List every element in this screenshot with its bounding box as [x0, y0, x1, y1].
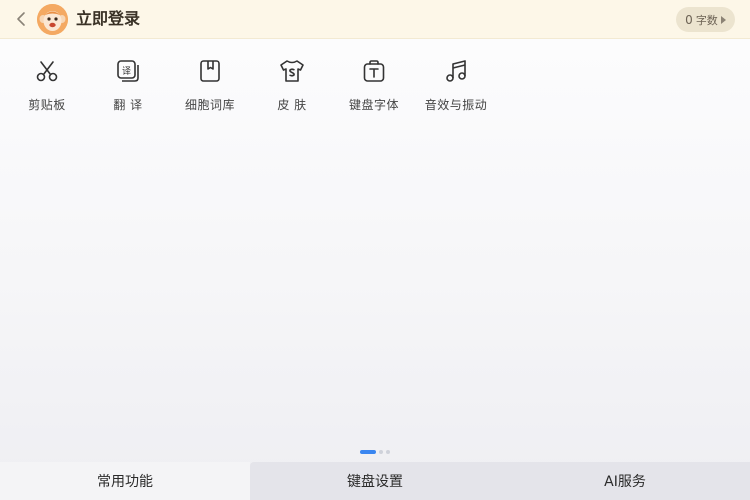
tool-sound-vibration[interactable]: 音效与振动	[416, 56, 496, 122]
word-count-badge[interactable]: 0 字数	[676, 7, 735, 32]
tool-cell-dictionary[interactable]: 细胞词库	[170, 56, 250, 122]
tool-label: 翻 译	[113, 98, 143, 112]
tab-label: AI服务	[604, 474, 646, 490]
book-icon	[200, 60, 220, 82]
tool-skin[interactable]: 皮 肤	[252, 56, 332, 122]
tab-common-functions[interactable]: 常用功能	[0, 462, 250, 500]
login-link[interactable]: 立即登录	[76, 8, 140, 30]
tab-label: 键盘设置	[347, 474, 403, 490]
tool-label: 键盘字体	[348, 98, 399, 112]
triangle-right-icon	[720, 15, 726, 24]
page-dot	[379, 450, 383, 454]
tab-ai-services[interactable]: AI服务	[500, 462, 750, 500]
tshirt-icon	[280, 60, 304, 82]
word-count-unit: 字数	[695, 13, 718, 27]
svg-text:译: 译	[122, 66, 131, 77]
scissors-icon	[36, 61, 58, 82]
chevron-left-icon	[17, 12, 25, 26]
tool-label: 细胞词库	[184, 98, 235, 112]
page-dot-active	[360, 450, 376, 454]
tool-keyboard-font[interactable]: 键盘字体	[334, 56, 414, 122]
font-icon	[363, 60, 385, 82]
tool-label: 皮 肤	[277, 98, 307, 112]
translate-icon: 译	[117, 60, 139, 82]
tool-clipboard[interactable]: 剪贴板	[7, 56, 87, 122]
header-bar: 立即登录 0 字数	[0, 0, 750, 39]
tab-label: 常用功能	[97, 474, 153, 490]
tool-label: 音效与振动	[424, 98, 488, 112]
page-dot	[386, 450, 390, 454]
tab-keyboard-settings[interactable]: 键盘设置	[250, 462, 500, 500]
avatar[interactable]	[37, 4, 68, 35]
tool-grid: 剪贴板 译 翻 译 细胞词库 皮 肤 键盘字体 音效与振动	[0, 56, 750, 126]
word-count-number: 0	[685, 12, 693, 27]
monkey-avatar-icon	[37, 4, 68, 35]
tool-label: 剪贴板	[28, 98, 66, 112]
page-indicator	[360, 450, 392, 454]
back-button[interactable]	[10, 8, 32, 30]
bottom-tab-bar: 常用功能 键盘设置 AI服务	[0, 462, 750, 500]
music-note-icon	[446, 60, 466, 82]
tool-translate[interactable]: 译 翻 译	[88, 56, 168, 122]
